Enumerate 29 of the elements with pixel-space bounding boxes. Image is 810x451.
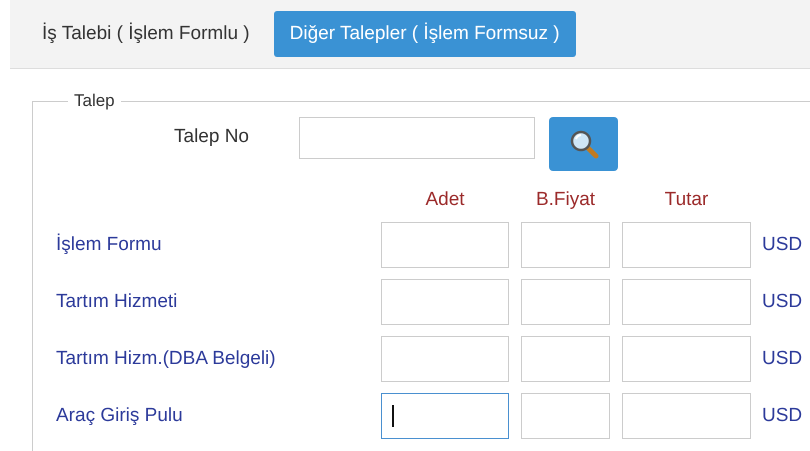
input-field[interactable] <box>622 222 751 268</box>
input-field[interactable] <box>521 393 610 439</box>
input-field[interactable] <box>622 279 751 325</box>
currency-label: USD <box>762 405 804 427</box>
search-button[interactable] <box>549 117 618 171</box>
input-field[interactable] <box>381 336 509 382</box>
row-label: İşlem Formu <box>56 234 163 256</box>
input-field[interactable] <box>622 336 751 382</box>
input-field[interactable] <box>622 393 751 439</box>
input-field[interactable] <box>381 279 509 325</box>
panel-legend: Talep <box>68 91 121 111</box>
search-icon <box>568 129 598 159</box>
input-field[interactable] <box>521 279 610 325</box>
input-field[interactable] <box>381 393 509 439</box>
row-label: Tartım Hizmeti <box>56 291 178 313</box>
currency-label: USD <box>762 291 804 313</box>
input-field[interactable] <box>521 336 610 382</box>
column-header: Adet <box>424 189 466 211</box>
currency-label: USD <box>762 348 804 370</box>
currency-label: USD <box>762 234 804 256</box>
column-header: B.Fiyat <box>534 189 596 211</box>
input-field[interactable] <box>521 222 610 268</box>
tab[interactable]: İş Talebi ( İşlem Formlu ) <box>30 13 262 55</box>
row-label: Tartım Hizm.(DBA Belgeli) <box>56 348 277 370</box>
input-field[interactable] <box>381 222 509 268</box>
column-header: Tutar <box>664 189 710 211</box>
field-label: Talep No <box>174 126 249 148</box>
request-no-field[interactable] <box>299 117 535 159</box>
row-label: Araç Giriş Pulu <box>56 405 184 427</box>
